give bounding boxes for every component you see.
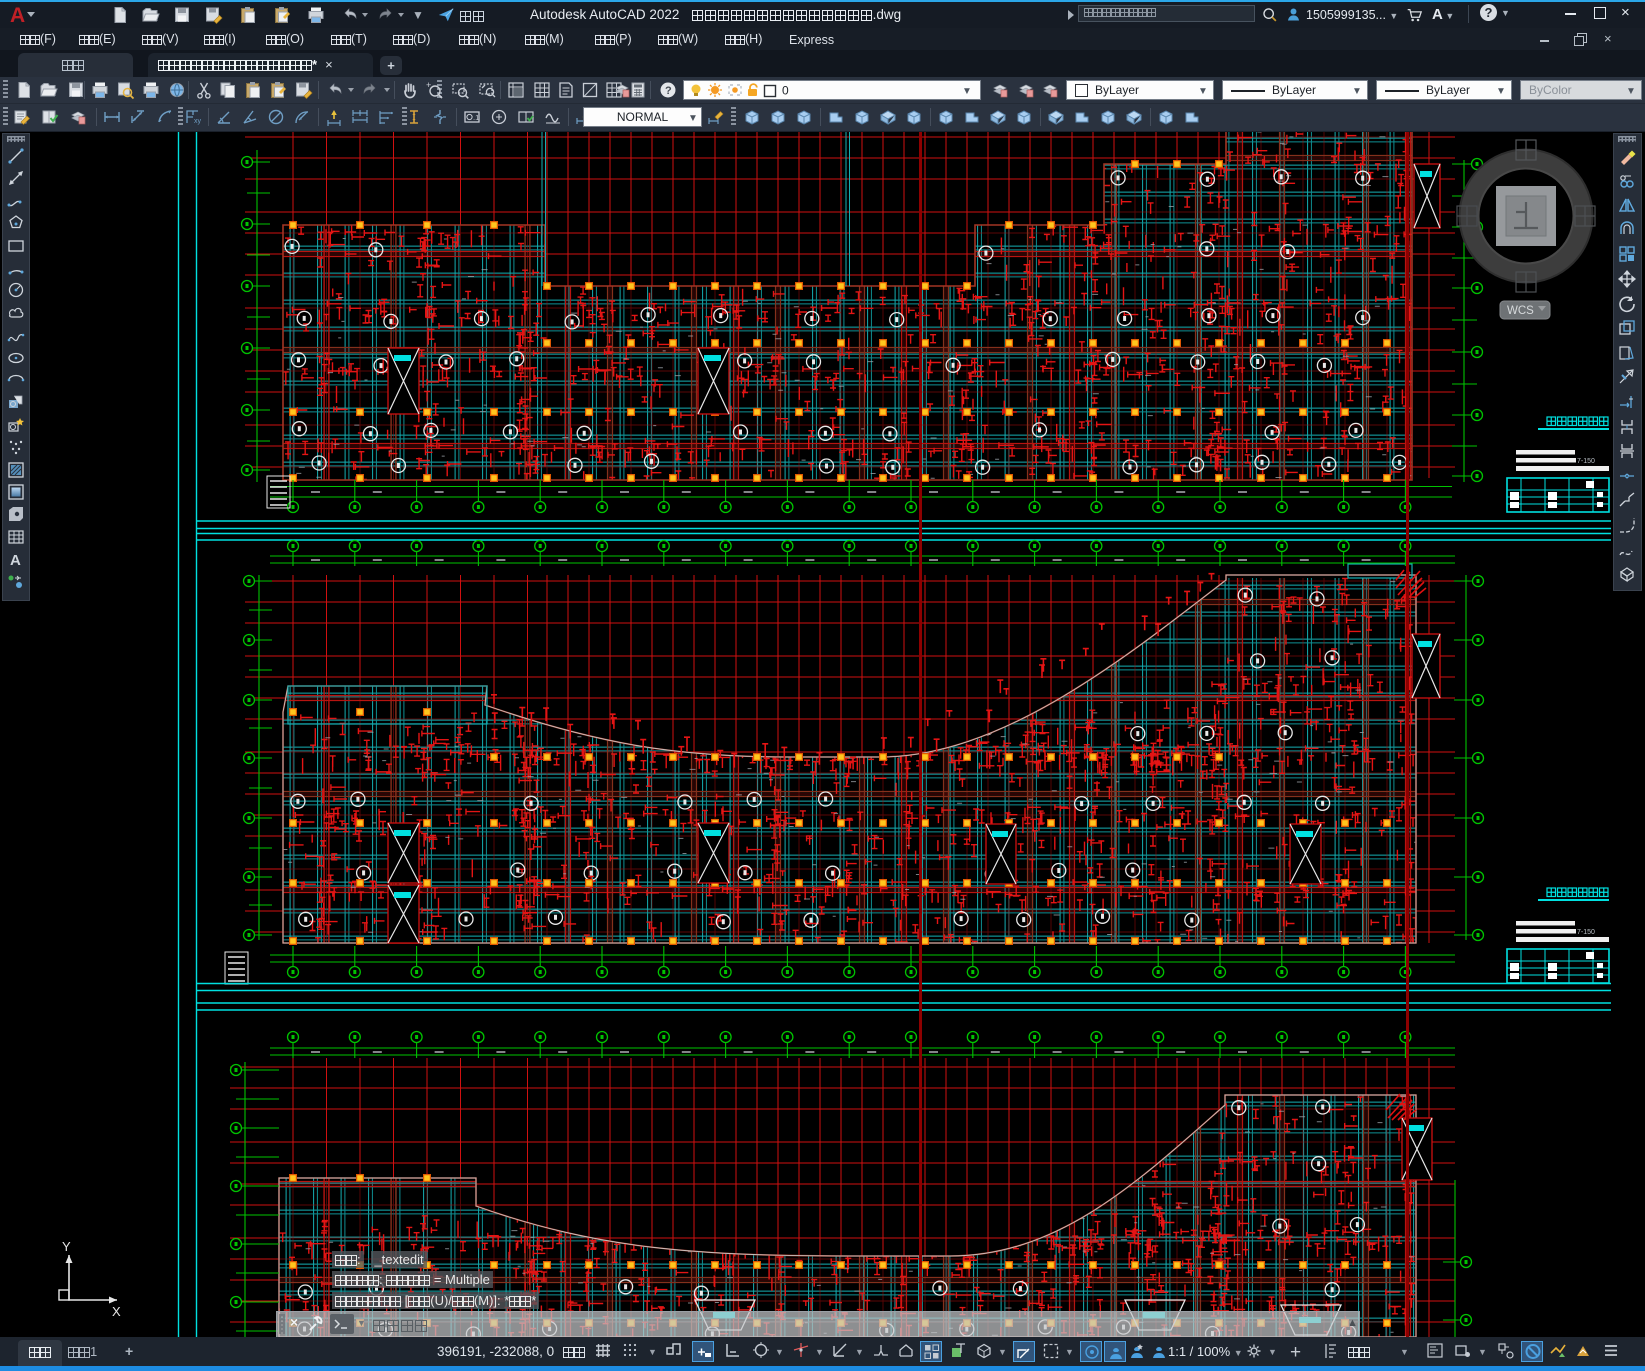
svg-text:X: X [112,1304,121,1319]
svg-text:A: A [10,552,21,569]
svg-text:WCS: WCS [1507,305,1534,317]
svg-text:0: 0 [782,84,789,98]
svg-text:xy: xy [194,118,202,125]
svg-text:.1: .1 [473,113,479,122]
svg-text:7-150: 7-150 [1577,929,1595,936]
svg-text:?: ? [665,85,672,97]
svg-text:7-150: 7-150 [1577,458,1595,465]
svg-text:Y: Y [62,1239,71,1254]
